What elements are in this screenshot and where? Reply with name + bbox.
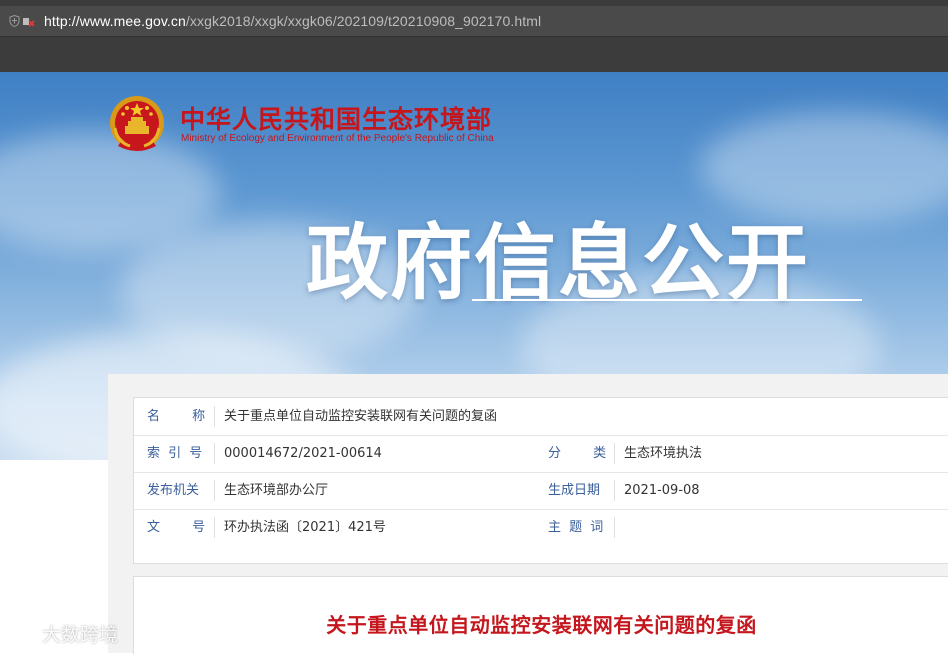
meta-row-index: 索 引 号 000014672/2021-00614 分 类 生态环境执法 [134,435,948,473]
document-metadata-table: 名 称 关于重点单位自动监控安装联网有关问题的复函 索 引 号 00001467… [133,397,948,564]
url-path: /xxgk2018/xxgk/xxgk06/202109/t20210908_9… [185,13,542,29]
document-body: 关于重点单位自动监控安装联网有关问题的复函 [133,576,948,654]
ministry-name-cn[interactable]: 中华人民共和国生态环境部 [180,100,492,136]
index-label: 索 引 号 [147,446,205,461]
watermark-logo-icon [11,625,37,642]
ministry-name-en[interactable]: Ministry of Ecology and Environment of t… [181,133,494,144]
divider [214,480,215,501]
divider [614,480,615,501]
date-value: 2021-09-08 [624,483,700,498]
divider [214,406,215,427]
insecure-connection-icon[interactable] [22,15,36,27]
divider [214,443,215,464]
shield-icon[interactable] [8,15,20,27]
index-value: 000014672/2021-00614 [224,446,382,461]
divider [614,517,615,538]
name-label: 名 称 [147,409,220,424]
url-domain: http://www.mee.gov.cn [44,13,186,29]
browser-toolbar [0,37,948,72]
subject-label: 主 题 词 [548,520,606,535]
docno-value: 环办执法函〔2021〕421号 [224,520,386,535]
category-value: 生态环境执法 [624,446,703,461]
issuer-value: 生态环境部办公厅 [224,483,329,498]
docno-label: 文 号 [147,520,220,535]
meta-row-name: 名 称 关于重点单位自动监控安装联网有关问题的复函 [134,398,948,436]
national-emblem-icon[interactable] [108,94,166,156]
divider [614,443,615,464]
issuer-label: 发布机关 [147,483,200,498]
address-bar[interactable]: http://www.mee.gov.cn/xxgk2018/xxgk/xxgk… [0,6,948,37]
category-label: 分 类 [548,446,621,461]
divider [214,517,215,538]
meta-row-issuer: 发布机关 生态环境部办公厅 生成日期 2021-09-08 [134,472,948,510]
page-headline: 政府信息公开 [306,216,811,311]
headline-underline [472,299,862,301]
url-text[interactable]: http://www.mee.gov.cn/xxgk2018/xxgk/xxgk… [44,13,541,29]
meta-row-docno: 文 号 环办执法函〔2021〕421号 主 题 词 [134,509,948,546]
name-value: 关于重点单位自动监控安装联网有关问题的复函 [224,409,498,424]
document-title: 关于重点单位自动监控安装联网有关问题的复函 [326,613,757,637]
watermark: 大数跨境 [10,620,118,647]
watermark-text: 大数跨境 [42,624,119,646]
date-label: 生成日期 [548,483,601,498]
